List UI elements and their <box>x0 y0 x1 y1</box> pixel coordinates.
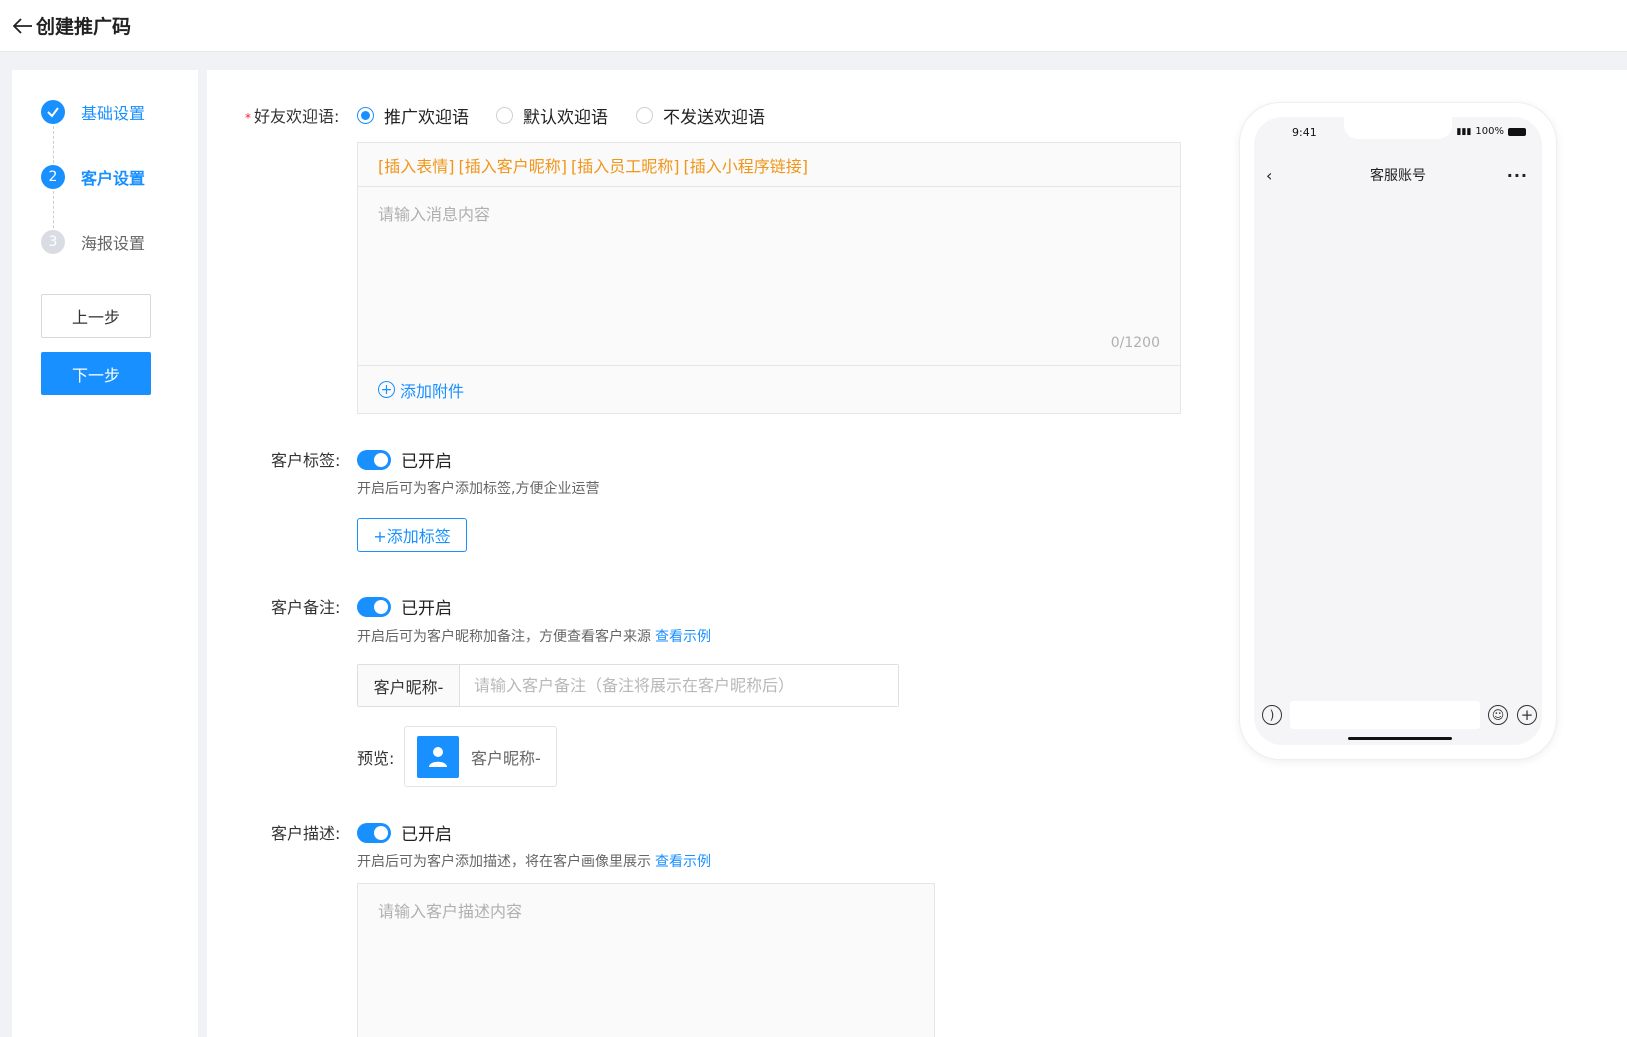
tags-label: 客户标签: <box>271 451 341 470</box>
battery-icon <box>1508 127 1526 136</box>
insert-emoji-link[interactable]: [插入表情] <box>378 153 455 177</box>
remark-hint: 开启后可为客户昵称加备注，方便查看客户来源 查看示例 <box>357 626 711 646</box>
status-time: 9:41 <box>1292 126 1317 139</box>
next-step-button[interactable]: 下一步 <box>41 352 151 395</box>
check-icon <box>41 100 65 124</box>
chat-header: ‹ 客服账号 ··· <box>1254 161 1542 189</box>
step-customer-settings[interactable]: 2 客户设置 <box>41 165 145 189</box>
remark-input[interactable] <box>460 665 898 706</box>
remark-hint-text: 开启后可为客户昵称加备注，方便查看客户来源 <box>357 629 651 645</box>
description-textarea[interactable]: 请输入客户描述内容 <box>357 883 935 1037</box>
description-label: 客户描述: <box>271 824 341 843</box>
radio-no-welcome[interactable]: 不发送欢迎语 <box>636 103 765 128</box>
phone-notch <box>1344 117 1452 139</box>
description-hint-text: 开启后可为客户添加描述，将在客户画像里展示 <box>357 854 651 870</box>
remark-state: 已开启 <box>401 599 452 619</box>
back-arrow-icon[interactable] <box>12 15 34 37</box>
step-poster-settings[interactable]: 3 海报设置 <box>41 230 145 254</box>
description-toggle-row: 已开启 <box>357 820 452 845</box>
remark-prefix: 客户昵称- <box>358 665 460 706</box>
welcome-label: * 好友欢迎语: <box>245 103 339 127</box>
signal-icon: ▮▮▮ <box>1456 126 1472 137</box>
prev-step-button[interactable]: 上一步 <box>41 294 151 338</box>
radio-circle-icon <box>357 107 374 124</box>
description-example-link[interactable]: 查看示例 <box>655 854 711 870</box>
plus-icon: + <box>1517 705 1537 725</box>
chat-title: 客服账号 <box>1370 168 1426 184</box>
add-attachment-button[interactable]: + 添加附件 <box>358 365 1180 413</box>
welcome-label-text: 好友欢迎语: <box>254 107 340 126</box>
user-avatar-icon <box>417 735 459 778</box>
preview-name: 客户昵称- <box>471 748 541 768</box>
chevron-left-icon: ‹ <box>1266 165 1273 185</box>
remark-switch[interactable] <box>357 596 391 617</box>
plus-circle-icon: + <box>378 381 395 398</box>
battery-text: 100% <box>1475 126 1504 137</box>
remark-field: 客户昵称- <box>357 664 899 707</box>
description-placeholder: 请输入客户描述内容 <box>378 902 523 921</box>
char-counter: 0/1200 <box>1110 335 1160 351</box>
steps-sidebar: 基础设置 2 客户设置 3 海报设置 上一步 下一步 <box>12 70 198 1037</box>
main-form: * 好友欢迎语: 推广欢迎语 默认欢迎语 不发送欢迎语 [插入表情] [插入客户昵… <box>207 70 1627 1037</box>
add-tag-button[interactable]: +添加标签 <box>357 518 467 552</box>
attach-label: 添加附件 <box>400 381 465 401</box>
tags-state: 已开启 <box>401 452 452 472</box>
radio-circle-icon <box>636 107 653 124</box>
emoji-icon: ☺ <box>1488 705 1508 725</box>
status-battery: ▮▮▮ 100% <box>1457 126 1526 137</box>
remark-example-link[interactable]: 查看示例 <box>655 629 711 645</box>
description-switch[interactable] <box>357 822 391 843</box>
insert-staff-nickname-link[interactable]: [插入员工昵称] <box>571 153 680 177</box>
preview-card: 客户昵称- <box>404 726 557 787</box>
remark-label: 客户备注: <box>271 598 341 617</box>
chat-input-bar: ) ☺ + <box>1254 697 1542 733</box>
radio-default-welcome[interactable]: 默认欢迎语 <box>496 103 608 128</box>
chat-input-box <box>1290 701 1480 729</box>
tags-toggle-row: 已开启 <box>357 447 452 472</box>
more-icon: ··· <box>1506 165 1528 185</box>
editor-toolbar: [插入表情] [插入客户昵称] [插入员工昵称] [插入小程序链接] <box>358 143 1180 187</box>
step-basic-settings[interactable]: 基础设置 <box>41 100 145 124</box>
description-state: 已开启 <box>401 825 452 845</box>
description-hint: 开启后可为客户添加描述，将在客户画像里展示 查看示例 <box>357 851 711 871</box>
home-indicator <box>1348 737 1452 740</box>
tags-switch[interactable] <box>357 449 391 470</box>
preview-label: 预览: <box>357 749 395 768</box>
step-label: 海报设置 <box>81 234 146 253</box>
top-bar: 创建推广码 <box>0 0 1627 52</box>
step-label: 基础设置 <box>81 104 146 123</box>
step-number: 2 <box>41 165 65 189</box>
remark-toggle-row: 已开启 <box>357 594 452 619</box>
radio-promo-welcome[interactable]: 推广欢迎语 <box>357 103 469 128</box>
radio-label: 推广欢迎语 <box>384 108 469 128</box>
welcome-editor[interactable]: [插入表情] [插入客户昵称] [插入员工昵称] [插入小程序链接] 请输入消息… <box>357 142 1181 414</box>
phone-preview: 9:41 ▮▮▮ 100% ‹ 客服账号 ··· ) ☺ + <box>1240 103 1556 759</box>
radio-label: 不发送欢迎语 <box>663 108 765 128</box>
voice-icon: ) <box>1262 705 1282 725</box>
message-input-placeholder[interactable]: 请输入消息内容 <box>378 201 490 225</box>
insert-customer-nickname-link[interactable]: [插入客户昵称] <box>459 153 568 177</box>
phone-screen: 9:41 ▮▮▮ 100% ‹ 客服账号 ··· ) ☺ + <box>1254 117 1542 745</box>
radio-label: 默认欢迎语 <box>523 108 608 128</box>
step-number: 3 <box>41 230 65 254</box>
radio-circle-icon <box>496 107 513 124</box>
insert-miniprogram-link[interactable]: [插入小程序链接] <box>684 153 809 177</box>
page-title: 创建推广码 <box>36 16 132 38</box>
tags-hint: 开启后可为客户添加标签,方便企业运营 <box>357 481 600 497</box>
required-mark: * <box>245 111 251 125</box>
step-label: 客户设置 <box>81 169 146 188</box>
